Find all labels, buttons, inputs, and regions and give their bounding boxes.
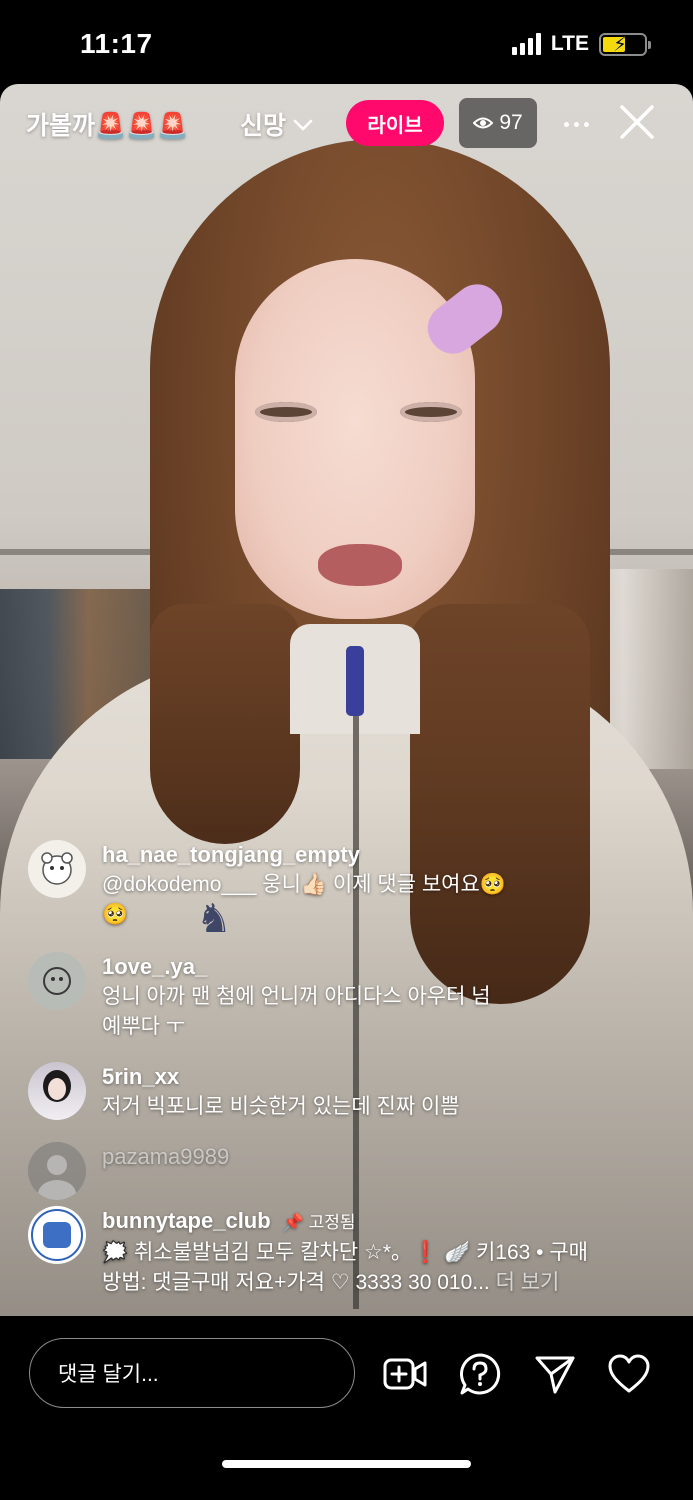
battery-icon: ⚡	[599, 32, 651, 56]
comment-username[interactable]: 5rin_xx	[102, 1062, 460, 1092]
comment-item[interactable]: 5rin_xx 저거 빅포니로 비슷한거 있는데 진짜 이쁨	[28, 1062, 668, 1122]
viewer-count: 97	[499, 111, 523, 134]
comment-username[interactable]: bunnytape_club	[102, 1208, 271, 1233]
chevron-down-icon[interactable]	[292, 114, 314, 136]
comment-username[interactable]: 1ove_.ya_	[102, 952, 491, 982]
live-title: 가볼까🚨🚨🚨	[26, 112, 189, 140]
question-icon[interactable]	[458, 1352, 502, 1396]
comment-item[interactable]: 1ove_.ya_ 엉니 아까 맨 첨에 언니꺼 아디다스 아우터 넘 예뿌다 …	[28, 952, 668, 1042]
comment-item[interactable]: ha_nae_tongjang_empty @dokodemo___ 웅니👍🏻 …	[28, 840, 668, 930]
host-name[interactable]: 신망	[240, 106, 286, 142]
comment-text: @dokodemo___ 웅니👍🏻 이제 댓글 보여요🥺 🥺	[102, 873, 506, 926]
status-indicators: LTE ⚡	[511, 32, 651, 56]
zipper-pull	[346, 646, 364, 716]
eye	[255, 402, 317, 422]
avatar[interactable]	[28, 840, 86, 898]
lips	[318, 544, 402, 586]
send-icon[interactable]	[533, 1352, 577, 1396]
comment-username[interactable]: ha_nae_tongjang_empty	[102, 840, 506, 870]
pinned-label: 📌 고정됨	[282, 1213, 356, 1232]
live-badge: 라이브	[346, 100, 444, 146]
avatar[interactable]	[28, 1206, 86, 1264]
avatar[interactable]	[28, 1142, 86, 1200]
home-indicator[interactable]	[222, 1460, 471, 1468]
avatar[interactable]	[28, 1062, 86, 1120]
comment-username[interactable]: pazama9989	[102, 1142, 229, 1172]
more-link[interactable]: 더 보기	[490, 1271, 560, 1294]
comment-input[interactable]: 댓글 달기...	[29, 1338, 355, 1408]
bottom-bar: 댓글 달기...	[0, 1316, 693, 1500]
viewer-count-pill[interactable]: 97	[459, 98, 537, 148]
network-type: LTE	[550, 32, 589, 55]
more-icon[interactable]	[556, 104, 596, 144]
signal-icon	[511, 33, 541, 55]
avatar[interactable]	[28, 952, 86, 1010]
heart-icon[interactable]	[607, 1352, 651, 1396]
comment-text: 엉니 아까 맨 첨에 언니꺼 아디다스 아우터 넘 예뿌다 ㅜ	[102, 985, 491, 1038]
comment-item[interactable]: pazama9989	[28, 1142, 668, 1200]
comment-text: 저거 빅포니로 비슷한거 있는데 진짜 이쁨	[102, 1095, 460, 1118]
status-time: 11:17	[80, 28, 153, 59]
eye	[400, 402, 462, 422]
close-icon[interactable]	[616, 101, 658, 143]
live-video[interactable]: ♞	[0, 84, 693, 1316]
live-header: 가볼까🚨🚨🚨 신망 라이브 97	[0, 96, 693, 150]
eye-icon	[473, 117, 494, 129]
comment-item-pinned[interactable]: bunnytape_club 📌 고정됨 🗯️ 취소불발넘김 모두 칼차단 ☆*。…	[28, 1206, 668, 1298]
add-video-icon[interactable]	[383, 1352, 427, 1396]
status-bar: 11:17 LTE ⚡	[0, 0, 693, 84]
